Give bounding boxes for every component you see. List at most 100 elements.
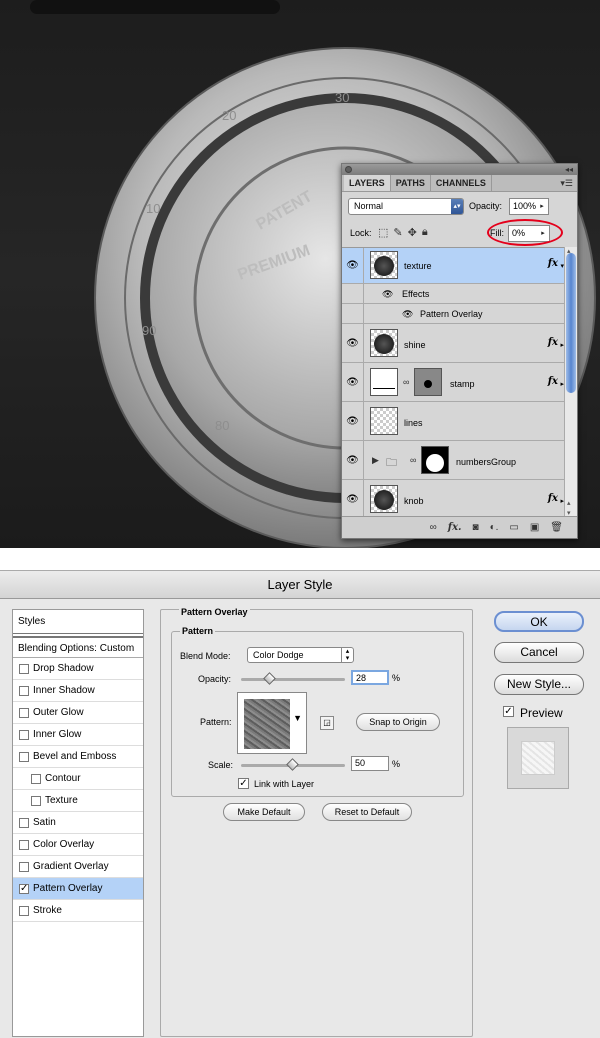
pattern-picker[interactable]: ▼	[237, 692, 307, 754]
fx-icon[interactable]: fx	[548, 493, 558, 504]
layer-list-scrollbar[interactable]: ▴ ▴ ▾	[564, 247, 577, 517]
layer-name[interactable]: numbersGroup	[456, 457, 516, 467]
lock-paint-icon[interactable]: ✎	[393, 226, 402, 239]
blend-mode-select[interactable]: Color Dodge ▴ ▾	[247, 647, 354, 663]
collapse-icon[interactable]: ◂◂	[565, 164, 573, 175]
lock-all-icon[interactable]: 🔒︎	[422, 226, 428, 239]
opacity-value: 28	[356, 673, 367, 683]
layer-row-shine[interactable]: 👁︎ shine fx ▸	[342, 324, 564, 363]
styles-header[interactable]: Styles	[13, 610, 143, 634]
effects-row[interactable]: 👁︎ Effects	[342, 284, 564, 304]
layer-row-knob[interactable]: 👁︎ knob fx ▸	[342, 480, 564, 517]
eye-icon[interactable]: 👁︎	[342, 480, 364, 517]
style-checkbox[interactable]	[31, 774, 41, 784]
link-with-layer-checkbox[interactable]: ✓	[238, 778, 249, 789]
style-checkbox[interactable]	[31, 796, 41, 806]
eye-icon[interactable]: 👁︎	[342, 324, 364, 362]
opacity-input[interactable]: 28	[351, 670, 389, 685]
snap-to-origin-button[interactable]: Snap to Origin	[356, 713, 440, 731]
style-checkbox[interactable]: ✓	[19, 884, 29, 894]
top-handle	[30, 0, 280, 14]
layer-name[interactable]: stamp	[450, 379, 475, 389]
opacity-input[interactable]: 100% ▸	[509, 198, 549, 215]
tab-layers[interactable]: LAYERS	[344, 175, 391, 191]
scrollbar-thumb[interactable]	[566, 253, 576, 393]
fx-icon[interactable]: fx	[548, 376, 558, 387]
style-checkbox[interactable]	[19, 752, 29, 762]
scroll-up-icon[interactable]: ▴	[567, 499, 571, 507]
reset-to-default-button[interactable]: Reset to Default	[322, 803, 412, 821]
layer-name[interactable]: texture	[404, 261, 432, 271]
layer-name[interactable]: knob	[404, 496, 424, 506]
eye-icon[interactable]: 👁︎	[342, 363, 364, 401]
style-checkbox[interactable]	[19, 708, 29, 718]
new-preset-icon[interactable]: ◲	[320, 716, 334, 730]
link-icon[interactable]: ∞	[403, 377, 409, 387]
expand-triangle-icon[interactable]: ▶	[372, 455, 379, 466]
style-checkbox[interactable]	[19, 818, 29, 828]
style-item-drop-shadow[interactable]: Drop Shadow	[13, 658, 143, 680]
style-item-outer-glow[interactable]: Outer Glow	[13, 702, 143, 724]
eye-icon[interactable]: 👁︎	[342, 248, 364, 283]
new-style-button[interactable]: New Style...	[494, 674, 584, 695]
layer-row-stamp[interactable]: 👁︎ ∞ stamp fx ▸	[342, 363, 564, 402]
opacity-slider-knob[interactable]	[263, 672, 276, 685]
ok-button[interactable]: OK	[494, 611, 584, 632]
dropdown-arrow-icon[interactable]: ▸	[536, 199, 548, 214]
eye-icon[interactable]: 👁︎	[342, 441, 364, 479]
style-item-stroke[interactable]: Stroke	[13, 900, 143, 922]
layer-name[interactable]: lines	[404, 418, 423, 428]
adjustment-layer-icon[interactable]: ◐.	[490, 522, 499, 533]
style-checkbox[interactable]	[19, 686, 29, 696]
style-item-inner-glow[interactable]: Inner Glow	[13, 724, 143, 746]
pattern-overlay-effect-row[interactable]: 👁︎ Pattern Overlay	[342, 304, 564, 324]
style-item-color-overlay[interactable]: Color Overlay	[13, 834, 143, 856]
layer-row-lines[interactable]: 👁︎ lines	[342, 402, 564, 441]
style-checkbox[interactable]	[19, 840, 29, 850]
add-mask-icon[interactable]: ◙	[473, 522, 479, 533]
eye-icon[interactable]: 👁︎	[342, 402, 364, 440]
mask-thumbnail[interactable]	[421, 446, 449, 474]
make-default-button[interactable]: Make Default	[223, 803, 305, 821]
add-style-fx-icon[interactable]: fx.	[448, 522, 462, 533]
blending-options-item[interactable]: Blending Options: Custom	[13, 636, 143, 658]
eye-placeholder	[342, 304, 364, 323]
opacity-slider-track[interactable]	[241, 678, 345, 681]
fx-icon[interactable]: fx	[548, 258, 558, 269]
lock-transparency-icon[interactable]: ⬚	[378, 226, 388, 239]
style-item-pattern-overlay[interactable]: ✓ Pattern Overlay	[13, 878, 143, 900]
layer-name[interactable]: shine	[404, 340, 426, 350]
style-checkbox[interactable]	[19, 906, 29, 916]
scale-input[interactable]: 50	[351, 756, 389, 771]
pattern-dropdown-icon[interactable]: ▼	[293, 713, 302, 723]
tab-channels[interactable]: CHANNELS	[431, 175, 492, 191]
close-icon[interactable]	[345, 166, 352, 173]
style-checkbox[interactable]	[19, 730, 29, 740]
style-item-texture[interactable]: Texture	[13, 790, 143, 812]
fx-icon[interactable]: fx	[548, 337, 558, 348]
link-icon[interactable]: ∞	[410, 455, 416, 465]
layer-blend-mode-select[interactable]: Normal ▴▾	[348, 198, 464, 215]
panel-titlebar[interactable]: ◂◂	[342, 164, 577, 175]
panel-menu-icon[interactable]: ▾☰	[560, 178, 573, 189]
layer-row-numbersgroup[interactable]: 👁︎ ▶ 🗀 ∞ numbersGroup	[342, 441, 564, 480]
new-group-icon[interactable]: ▭	[509, 522, 518, 533]
style-item-contour[interactable]: Contour	[13, 768, 143, 790]
link-layers-icon[interactable]: ∞	[430, 522, 437, 533]
style-item-gradient-overlay[interactable]: Gradient Overlay	[13, 856, 143, 878]
style-checkbox[interactable]	[19, 862, 29, 872]
cancel-button[interactable]: Cancel	[494, 642, 584, 663]
mask-thumbnail[interactable]	[414, 368, 442, 396]
lock-position-icon[interactable]: ✥	[408, 226, 417, 239]
scale-slider-knob[interactable]	[286, 758, 299, 771]
preview-checkbox[interactable]: ✓	[503, 706, 514, 717]
dialog-title[interactable]: Layer Style	[0, 571, 600, 599]
style-checkbox[interactable]	[19, 664, 29, 674]
layer-row-texture[interactable]: 👁︎ texture fx ▾	[342, 248, 564, 284]
style-item-bevel-and-emboss[interactable]: Bevel and Emboss	[13, 746, 143, 768]
new-layer-icon[interactable]: ▣	[530, 522, 539, 533]
tab-paths[interactable]: PATHS	[391, 175, 431, 191]
style-item-satin[interactable]: Satin	[13, 812, 143, 834]
style-item-inner-shadow[interactable]: Inner Shadow	[13, 680, 143, 702]
trash-icon[interactable]: 🗑︎	[550, 522, 563, 533]
